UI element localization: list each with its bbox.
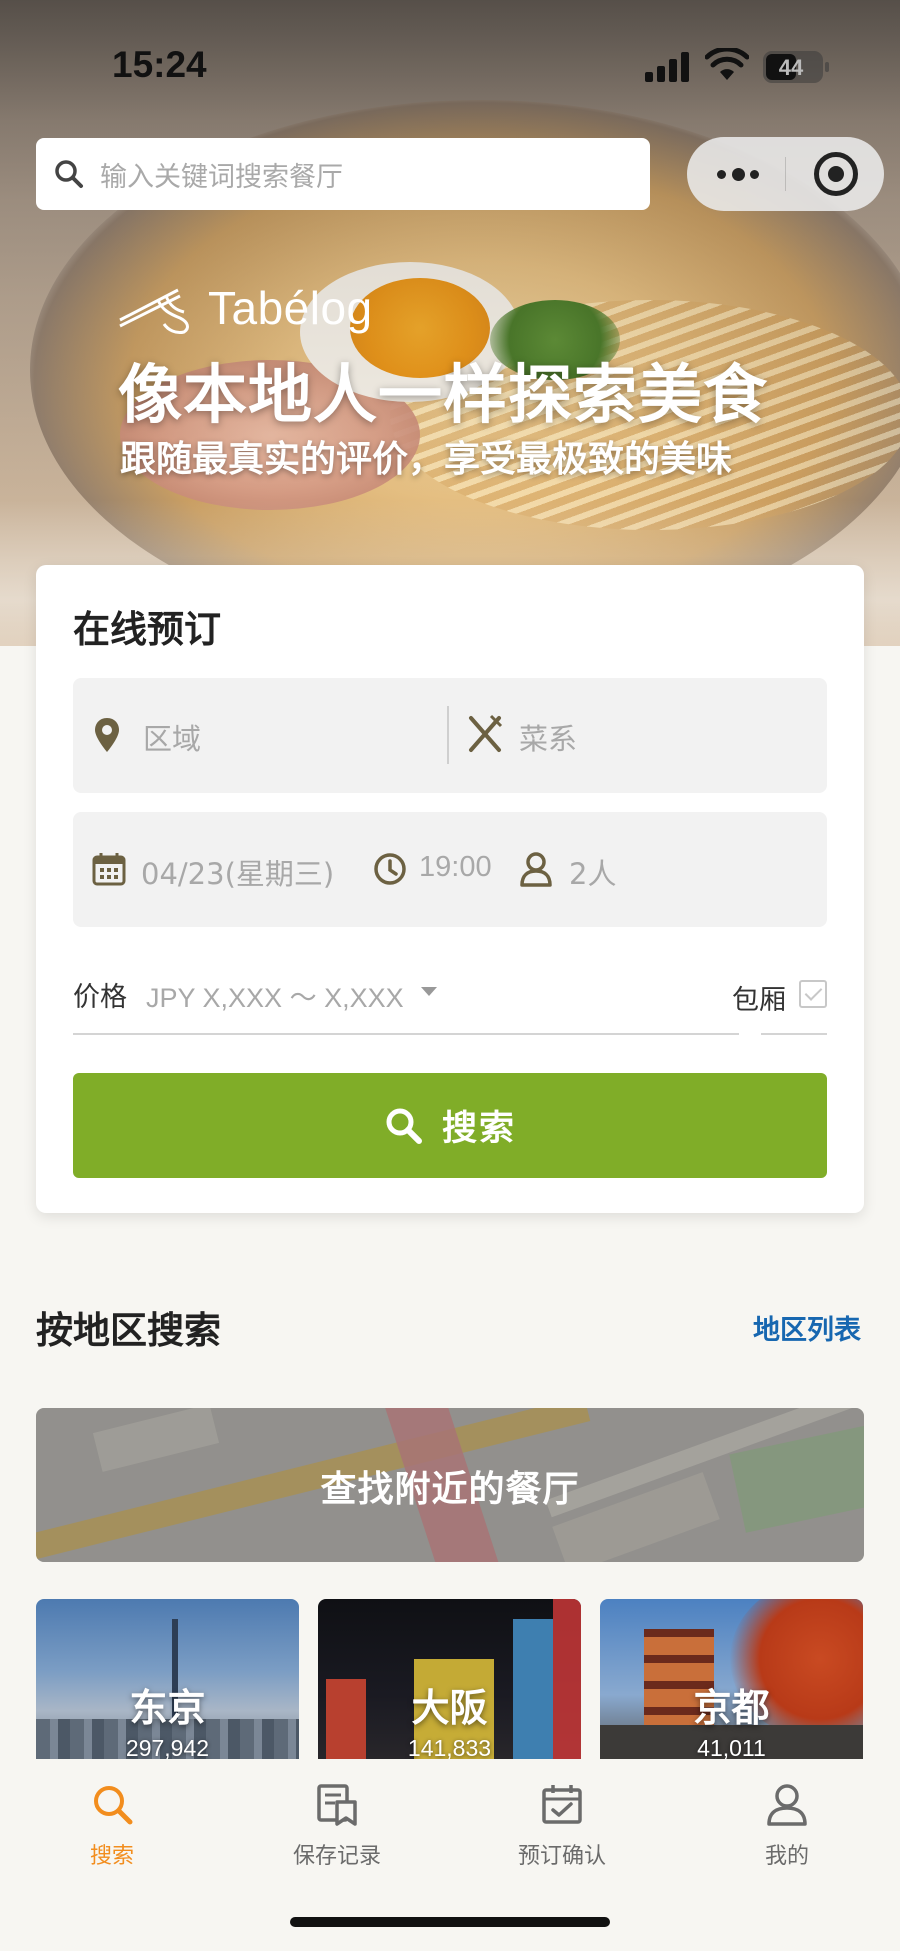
cuisine-placeholder: 菜系 [519,722,578,756]
search-input[interactable]: 输入关键词搜索餐厅 [36,138,650,210]
booking-title: 在线预订 [73,608,221,651]
city-card-kyoto[interactable]: 京都 41,011 [600,1599,863,1759]
region-list-link[interactable]: 地区列表 [753,1308,861,1347]
hero-subtitle: 跟随最真实的评价，享受最极致的美味 [120,439,733,480]
clock-icon [374,853,406,885]
search-placeholder: 输入关键词搜索餐厅 [100,161,343,193]
fork-knife-icon [469,714,503,752]
price-range-value: JPY X,XXX ～ X,XXX [146,983,404,1013]
city-card-tokyo[interactable]: 东京 297,942 [36,1599,299,1759]
calendar-check-icon [542,1785,582,1824]
date-value: 04/23(星期三) [141,857,335,891]
tab-search[interactable]: 搜索 [22,1782,202,1882]
underline-gap [739,1031,761,1037]
city-name: 东京 [129,1686,206,1730]
city-restaurant-count: 297,942 [125,1735,210,1759]
search-icon [94,1786,133,1825]
search-icon [55,160,83,188]
status-time: 15:24 [112,44,207,85]
chevron-down-icon [421,987,437,996]
tab-label: 搜索 [89,1844,134,1869]
hero-title: 像本地人一样探索美食 [118,359,768,433]
person-icon [520,852,552,887]
private-room-checkbox[interactable] [799,980,827,1008]
nearby-restaurants-button[interactable]: 查找附近的餐厅 [36,1408,864,1562]
tab-label: 保存记录 [292,1844,381,1869]
tab-saved-records[interactable]: 保存记录 [247,1782,427,1882]
region-section-title: 按地区搜索 [36,1309,221,1352]
status-bar: 15:24 44 [0,0,900,130]
tab-profile[interactable]: 我的 [697,1782,877,1882]
chopsticks-noodles-icon [119,288,189,334]
time-value: 19:00 [419,851,492,883]
close-miniprogram-icon[interactable] [814,152,858,196]
battery-level: 44 [778,55,804,80]
booking-card: 在线预订 区域 菜系 04/23(星期三) 19:00 2人 价格 JPY X,… [36,565,864,1213]
home-indicator [290,1917,610,1927]
city-name: 大阪 [411,1686,488,1730]
city-restaurant-count: 141,833 [407,1735,492,1759]
city-card-osaka[interactable]: 大阪 141,833 [318,1599,581,1759]
date-time-people-row[interactable]: 04/23(星期三) 19:00 2人 [73,812,827,927]
wifi-icon [705,48,749,80]
area-placeholder: 区域 [143,722,202,756]
brand-logo: Tabélog [118,278,373,338]
price-underline [73,1033,740,1035]
search-button-label: 搜索 [441,1109,516,1149]
more-icon[interactable] [717,160,761,188]
nearby-label: 查找附近的餐厅 [320,1469,580,1510]
people-value: 2人 [569,857,617,891]
tab-reservation-confirm[interactable]: 预订确认 [472,1782,652,1882]
battery-icon: 44 [763,51,829,83]
area-selector[interactable]: 区域 [73,678,447,793]
cuisine-selector[interactable]: 菜系 [449,678,827,793]
city-restaurant-count: 41,011 [697,1735,766,1759]
saved-records-icon [317,1784,357,1826]
city-name: 京都 [693,1686,770,1730]
price-label: 价格 [73,982,127,1013]
location-pin-icon [95,718,119,752]
calendar-icon [92,853,126,886]
area-cuisine-row: 区域 菜系 [73,678,827,793]
cellular-signal-icon [645,52,689,82]
user-icon [767,1784,807,1826]
tab-label: 我的 [764,1844,809,1869]
search-icon [386,1108,422,1144]
tab-label: 预订确认 [517,1844,606,1869]
capsule-divider [785,157,786,191]
miniprogram-capsule [687,137,884,211]
search-button[interactable]: 搜索 [73,1073,827,1178]
private-room-label: 包厢 [732,985,786,1016]
brand-name: Tabélog [208,282,373,334]
